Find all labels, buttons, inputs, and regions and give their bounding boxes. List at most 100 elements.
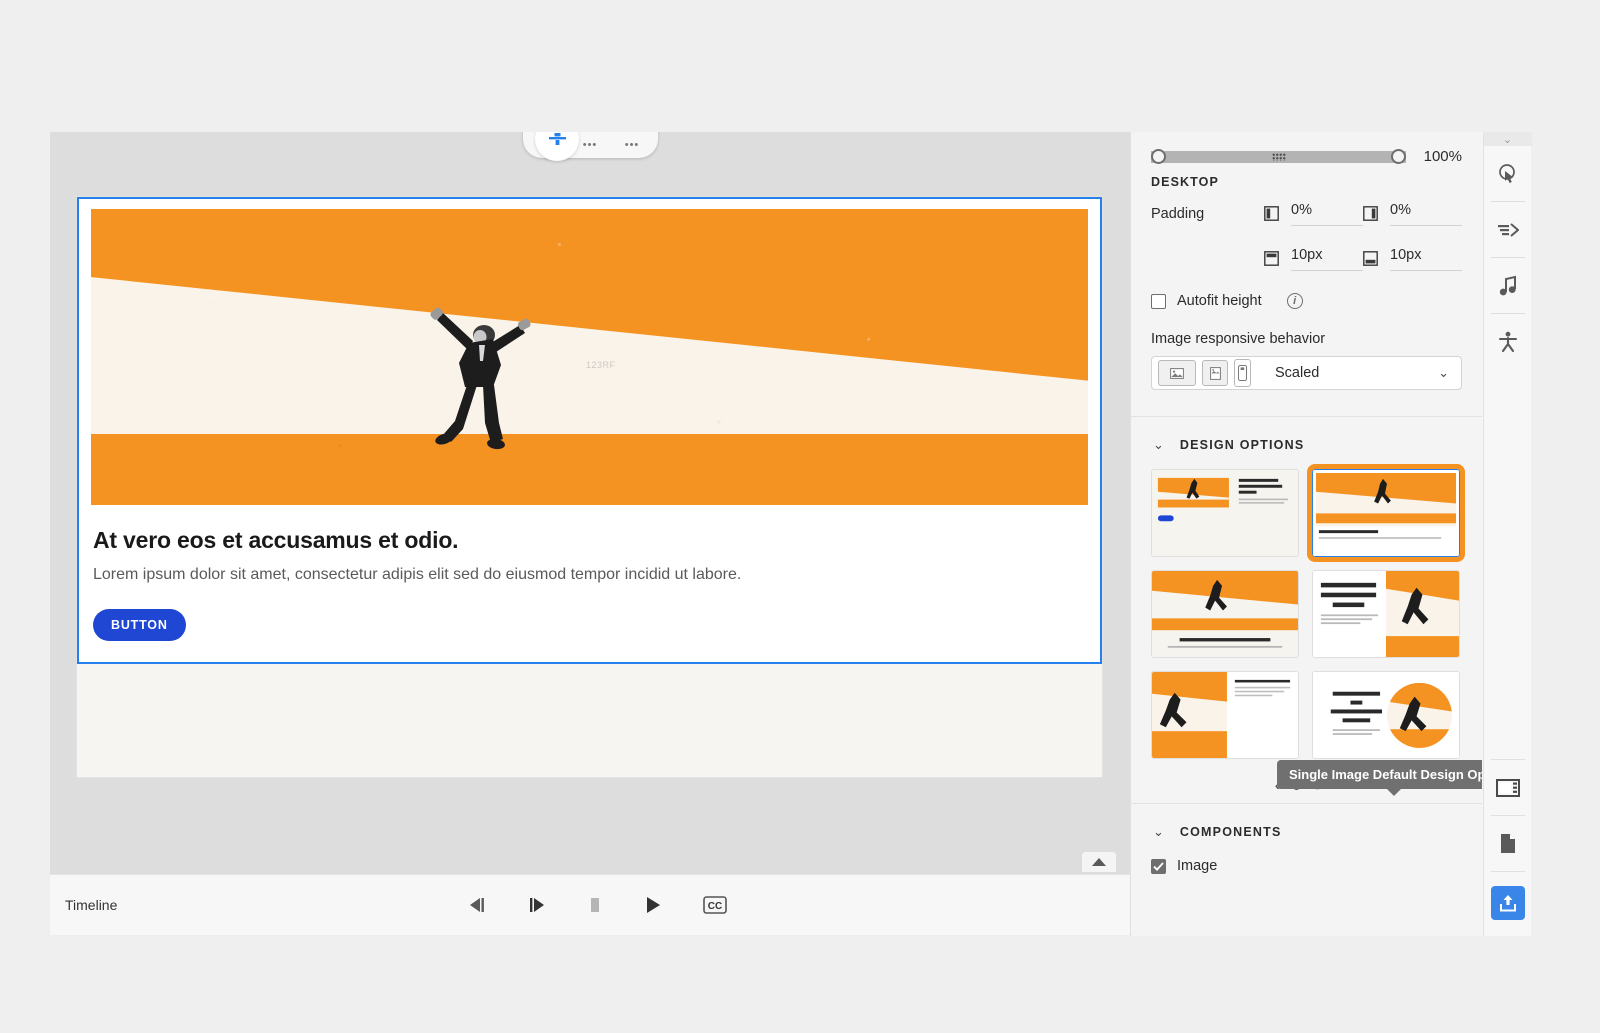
toolbar-slot-3-label: ••• bbox=[624, 139, 640, 151]
autofit-height-checkbox[interactable] bbox=[1151, 293, 1166, 309]
component-image-checkbox[interactable] bbox=[1151, 858, 1166, 874]
padding-left-icon bbox=[1264, 206, 1279, 221]
design-options-chevron-icon[interactable]: ⌄ bbox=[1153, 437, 1164, 453]
padding-left-field[interactable] bbox=[1264, 201, 1363, 226]
toolbar-slot-2-label: ••• bbox=[582, 139, 598, 151]
selected-slide-block[interactable]: 123RF At vero eos et accusamus et odio. … bbox=[77, 197, 1102, 664]
timeline-label: Timeline bbox=[65, 897, 118, 913]
check-icon bbox=[1153, 861, 1164, 871]
design-option-6[interactable] bbox=[1312, 671, 1460, 759]
timeline-track-strip[interactable] bbox=[50, 935, 1130, 936]
stop-button[interactable] bbox=[587, 896, 603, 914]
interactions-button[interactable] bbox=[1484, 146, 1532, 201]
padding-left-input[interactable] bbox=[1291, 202, 1363, 218]
autofit-height-row[interactable]: Autofit height i bbox=[1131, 271, 1482, 309]
components-title: COMPONENTS bbox=[1179, 825, 1282, 839]
accessibility-icon bbox=[1498, 331, 1517, 352]
play-button[interactable] bbox=[643, 895, 663, 915]
padding-top-field[interactable] bbox=[1264, 246, 1363, 271]
design-options-title: DESIGN OPTIONS bbox=[1179, 438, 1305, 452]
transitions-button[interactable] bbox=[1484, 202, 1532, 257]
transitions-icon bbox=[1497, 222, 1519, 237]
design-option-5[interactable] bbox=[1151, 671, 1299, 759]
stop-icon bbox=[591, 898, 600, 912]
design-option-5-preview bbox=[1152, 672, 1298, 758]
mobile-device-button[interactable] bbox=[1234, 359, 1251, 387]
upload-icon bbox=[1499, 895, 1516, 912]
align-tool-button[interactable] bbox=[535, 132, 579, 161]
rail-collapse-chevron[interactable]: ⌄ bbox=[1483, 132, 1532, 146]
chevron-up-icon bbox=[1092, 858, 1106, 866]
components-chevron-icon[interactable]: ⌄ bbox=[1153, 824, 1164, 840]
responsive-behavior-row: Scaled ⌄ bbox=[1151, 356, 1462, 390]
padding-bottom-field[interactable] bbox=[1363, 246, 1462, 271]
padding-right-icon bbox=[1363, 206, 1378, 221]
businessman-figure-icon bbox=[430, 307, 531, 450]
components-header[interactable]: ⌄ COMPONENTS bbox=[1131, 804, 1482, 840]
design-option-2[interactable] bbox=[1307, 464, 1465, 562]
device-breakpoint-label: DESKTOP bbox=[1151, 175, 1219, 189]
timeline-controls: CC bbox=[467, 895, 728, 915]
zoom-slider-grip[interactable] bbox=[1271, 152, 1286, 161]
padding-row-vertical bbox=[1131, 226, 1482, 271]
canvas-area: ••• ••• 123RF At vero eos et accusamus e… bbox=[50, 132, 1130, 936]
properties-panel: 100% DESKTOP Padding 0% 0% 10px 10px Aut… bbox=[1130, 132, 1482, 936]
canvas-collapse-button[interactable] bbox=[1082, 852, 1116, 872]
pages-button[interactable] bbox=[1484, 816, 1532, 871]
audio-button[interactable] bbox=[1484, 258, 1532, 313]
padding-top-input[interactable] bbox=[1291, 247, 1363, 263]
zoom-slider-handle-max[interactable] bbox=[1391, 149, 1406, 164]
slide-text-block: At vero eos et accusamus et odio. Lorem … bbox=[79, 505, 1100, 641]
padding-right-field[interactable] bbox=[1363, 201, 1462, 226]
toolbar-slot-3[interactable]: ••• bbox=[611, 135, 653, 153]
pages-icon bbox=[1500, 834, 1515, 853]
padding-row-horizontal: Padding bbox=[1131, 189, 1482, 226]
responsive-behavior-select[interactable]: Scaled bbox=[1257, 365, 1438, 381]
design-option-4-preview bbox=[1313, 571, 1459, 657]
design-options-grid bbox=[1131, 453, 1482, 759]
cc-icon: CC bbox=[703, 896, 728, 914]
design-option-2-preview bbox=[1313, 470, 1459, 556]
right-toolbar-rail: ⌄ bbox=[1483, 132, 1532, 936]
padding-bottom-input[interactable] bbox=[1390, 247, 1462, 263]
components-section: ⌄ COMPONENTS Image bbox=[1131, 803, 1482, 874]
design-option-6-preview bbox=[1313, 672, 1459, 758]
padding-top-icon bbox=[1264, 251, 1279, 266]
zoom-control-row: 100% bbox=[1131, 132, 1482, 169]
timeline-bar: Timeline CC bbox=[50, 874, 1130, 936]
desktop-device-button[interactable] bbox=[1158, 360, 1196, 386]
autofit-info-icon[interactable]: i bbox=[1286, 293, 1303, 309]
design-option-1[interactable] bbox=[1151, 469, 1299, 557]
slide-stage: 123RF At vero eos et accusamus et odio. … bbox=[77, 197, 1102, 777]
design-options-header[interactable]: ⌄ DESIGN OPTIONS bbox=[1131, 417, 1482, 453]
zoom-slider-handle-min[interactable] bbox=[1151, 149, 1166, 164]
zoom-value-label: 100% bbox=[1423, 148, 1462, 165]
panels-button[interactable] bbox=[1484, 760, 1532, 815]
accessibility-button[interactable] bbox=[1484, 314, 1532, 369]
floating-toolbar[interactable]: ••• ••• bbox=[523, 132, 658, 161]
design-option-tooltip: Single Image Default Design Option bbox=[1277, 760, 1482, 796]
step-forward-button[interactable] bbox=[527, 896, 547, 914]
padding-label: Padding bbox=[1151, 205, 1205, 222]
closed-captions-button[interactable]: CC bbox=[703, 896, 728, 914]
slide-body-text[interactable]: Lorem ipsum dolor sit amet, consectetur … bbox=[93, 566, 1086, 584]
design-option-1-preview bbox=[1152, 470, 1298, 556]
slide-title[interactable]: At vero eos et accusamus et odio. bbox=[93, 527, 1086, 554]
design-option-4[interactable] bbox=[1312, 570, 1460, 658]
hero-orange-bottom-band bbox=[91, 433, 1088, 505]
hero-image[interactable]: 123RF bbox=[91, 209, 1088, 505]
zoom-slider[interactable] bbox=[1151, 149, 1406, 164]
step-backward-icon bbox=[470, 898, 485, 912]
design-option-3[interactable] bbox=[1151, 570, 1299, 658]
component-image-label: Image bbox=[1177, 858, 1218, 874]
padding-right-input[interactable] bbox=[1390, 202, 1462, 218]
desktop-image-icon bbox=[1170, 367, 1184, 379]
step-back-button[interactable] bbox=[467, 896, 487, 914]
chevron-down-icon[interactable]: ⌄ bbox=[1438, 365, 1455, 381]
slide-cta-button[interactable]: BUTTON bbox=[93, 609, 186, 641]
component-item-image[interactable]: Image bbox=[1131, 840, 1482, 874]
tablet-device-button[interactable] bbox=[1202, 360, 1228, 386]
svg-text:CC: CC bbox=[708, 901, 722, 912]
publish-button[interactable] bbox=[1490, 886, 1525, 920]
design-option-3-preview bbox=[1152, 571, 1298, 657]
